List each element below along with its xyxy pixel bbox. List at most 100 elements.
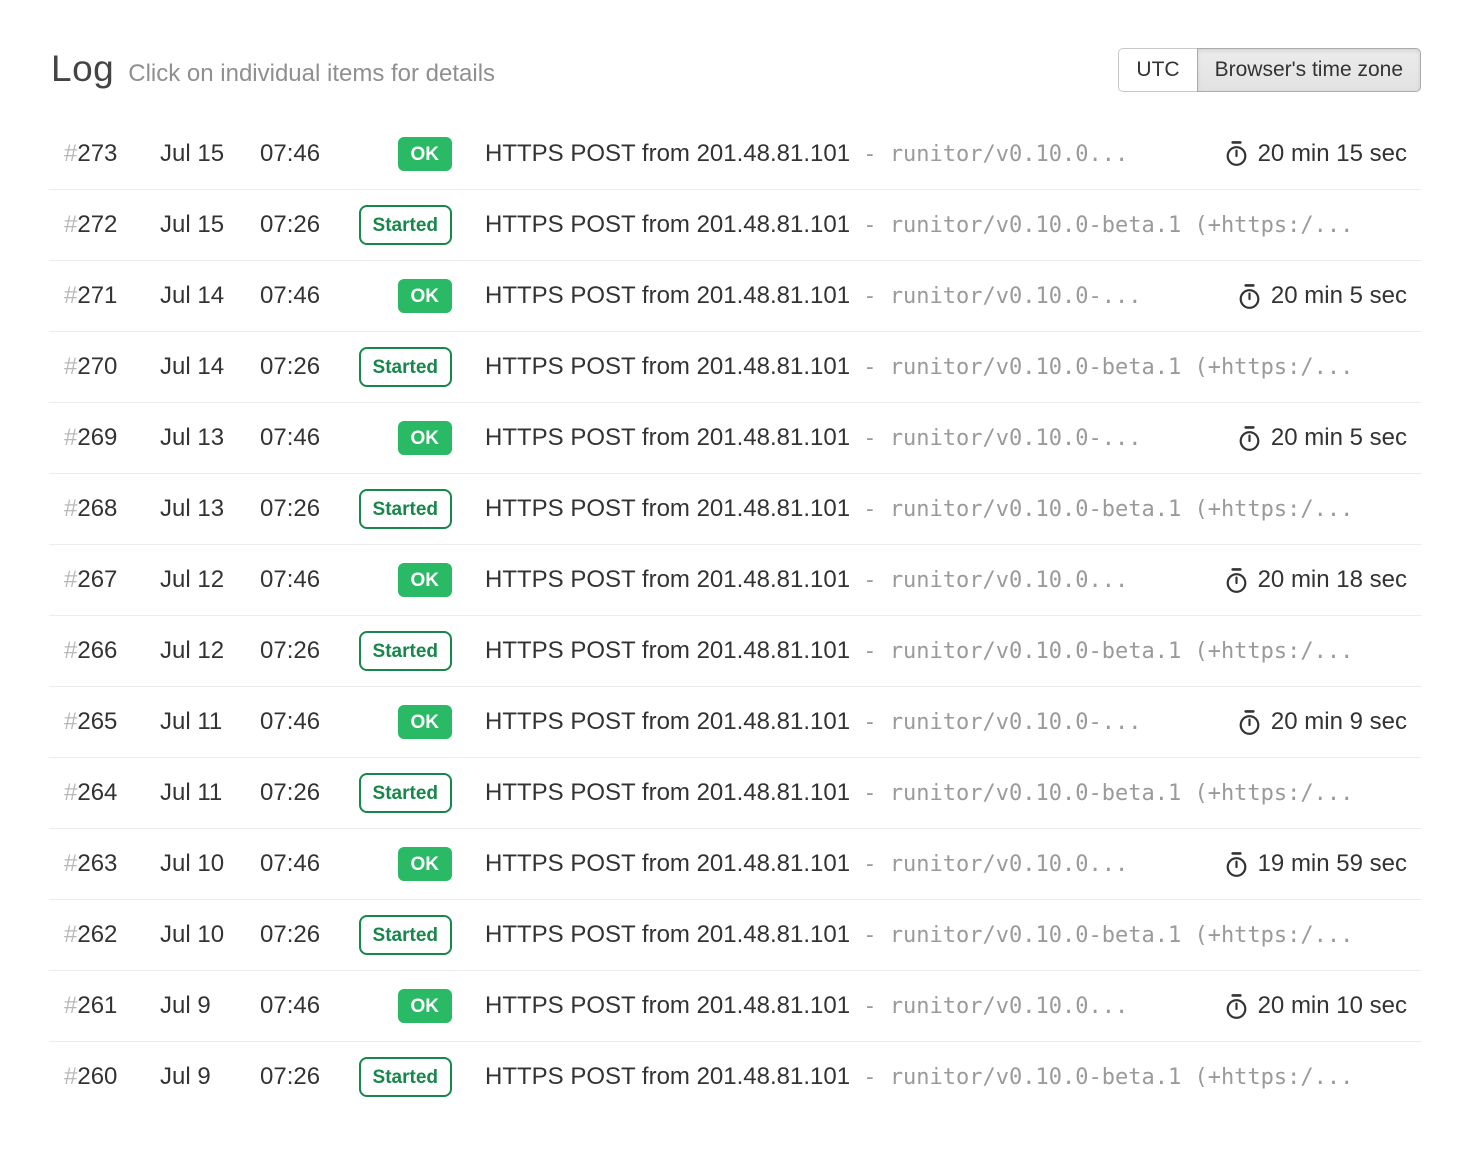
ping-event-text: HTTPS POST from 201.48.81.101 (485, 992, 850, 1020)
log-row[interactable]: #268 Jul 13 07:26 Started HTTPS POST fro… (49, 473, 1421, 544)
ping-description: HTTPS POST from 201.48.81.101 - runitor/… (485, 637, 1407, 665)
log-row[interactable]: #263 Jul 10 07:46 OK HTTPS POST from 201… (49, 828, 1421, 899)
ping-number-hash: # (64, 779, 77, 806)
ping-event-text: HTTPS POST from 201.48.81.101 (485, 779, 850, 807)
status-badge-cell: OK (358, 137, 452, 171)
ping-event-text: HTTPS POST from 201.48.81.101 (485, 282, 850, 310)
ping-time: 07:46 (260, 992, 358, 1020)
ping-number: #269 (64, 424, 160, 452)
ping-time: 07:46 (260, 850, 358, 878)
duration-text: 20 min 18 sec (1258, 566, 1407, 594)
ping-description: HTTPS POST from 201.48.81.101 - runitor/… (485, 779, 1407, 807)
ping-number-value: 269 (77, 424, 117, 451)
log-row[interactable]: #264 Jul 11 07:26 Started HTTPS POST fro… (49, 757, 1421, 828)
log-row[interactable]: #270 Jul 14 07:26 Started HTTPS POST fro… (49, 331, 1421, 402)
ping-date: Jul 10 (160, 850, 260, 878)
status-badge: Started (359, 773, 452, 813)
ping-date: Jul 12 (160, 637, 260, 665)
ping-user-agent: runitor/v0.10.0-beta.1 (+https:/... (890, 497, 1354, 522)
ping-time: 07:26 (260, 495, 358, 523)
ping-duration: 20 min 18 sec (1224, 566, 1407, 594)
ping-number-hash: # (64, 708, 77, 735)
status-badge-cell: Started (358, 205, 452, 245)
duration-text: 20 min 5 sec (1271, 424, 1407, 452)
ping-user-agent: runitor/v0.10.0-beta.1 (+https:/... (890, 781, 1354, 806)
stopwatch-icon (1224, 851, 1249, 878)
ping-number-value: 261 (77, 992, 117, 1019)
ping-date: Jul 14 (160, 353, 260, 381)
ping-number: #272 (64, 211, 160, 239)
duration-text: 20 min 9 sec (1271, 708, 1407, 736)
log-row[interactable]: #261 Jul 9 07:46 OK HTTPS POST from 201.… (49, 970, 1421, 1041)
ping-time: 07:46 (260, 708, 358, 736)
log-row[interactable]: #272 Jul 15 07:26 Started HTTPS POST fro… (49, 189, 1421, 260)
ping-time: 07:26 (260, 921, 358, 949)
ping-user-agent: runitor/v0.10.0... (890, 568, 1128, 593)
ping-number: #262 (64, 921, 160, 949)
ping-number-hash: # (64, 1063, 77, 1090)
ping-number: #270 (64, 353, 160, 381)
ping-date: Jul 11 (160, 708, 260, 736)
ping-number-value: 265 (77, 708, 117, 735)
status-badge: Started (359, 631, 452, 671)
ping-number-hash: # (64, 637, 77, 664)
status-badge-cell: OK (358, 705, 452, 739)
status-badge-cell: Started (358, 1057, 452, 1097)
ping-date: Jul 12 (160, 566, 260, 594)
browsers-time-zone-button[interactable]: Browser's time zone (1197, 48, 1421, 92)
utc-button[interactable]: UTC (1118, 48, 1197, 92)
ping-time: 07:26 (260, 211, 358, 239)
ping-event-text: HTTPS POST from 201.48.81.101 (485, 637, 850, 665)
log-row[interactable]: #267 Jul 12 07:46 OK HTTPS POST from 201… (49, 544, 1421, 615)
status-badge: Started (359, 489, 452, 529)
ping-duration: 19 min 59 sec (1224, 850, 1407, 878)
ping-number: #266 (64, 637, 160, 665)
status-badge-cell: OK (358, 563, 452, 597)
log-row[interactable]: #260 Jul 9 07:26 Started HTTPS POST from… (49, 1041, 1421, 1112)
ping-description: HTTPS POST from 201.48.81.101 - runitor/… (485, 353, 1407, 381)
ping-separator: - (850, 923, 890, 948)
log-row[interactable]: #262 Jul 10 07:26 Started HTTPS POST fro… (49, 899, 1421, 970)
ping-event-text: HTTPS POST from 201.48.81.101 (485, 211, 850, 239)
ping-description: HTTPS POST from 201.48.81.101 - runitor/… (485, 140, 1204, 168)
ping-time: 07:46 (260, 424, 358, 452)
ping-time: 07:46 (260, 566, 358, 594)
duration-text: 20 min 10 sec (1258, 992, 1407, 1020)
ping-description: HTTPS POST from 201.48.81.101 - runitor/… (485, 921, 1407, 949)
ping-number-hash: # (64, 353, 77, 380)
ping-user-agent: runitor/v0.10.0-... (890, 284, 1142, 309)
log-row[interactable]: #266 Jul 12 07:26 Started HTTPS POST fro… (49, 615, 1421, 686)
ping-duration: 20 min 10 sec (1224, 992, 1407, 1020)
status-badge: Started (359, 915, 452, 955)
log-row[interactable]: #273 Jul 15 07:46 OK HTTPS POST from 201… (49, 118, 1421, 189)
ping-number-hash: # (64, 140, 77, 167)
ping-date: Jul 13 (160, 424, 260, 452)
ping-description: HTTPS POST from 201.48.81.101 - runitor/… (485, 1063, 1407, 1091)
ping-separator: - (850, 639, 890, 664)
ping-date: Jul 10 (160, 921, 260, 949)
ping-user-agent: runitor/v0.10.0-beta.1 (+https:/... (890, 923, 1354, 948)
ping-event-text: HTTPS POST from 201.48.81.101 (485, 140, 850, 168)
log-row[interactable]: #265 Jul 11 07:46 OK HTTPS POST from 201… (49, 686, 1421, 757)
status-badge: OK (398, 421, 453, 455)
ping-duration: 20 min 15 sec (1224, 140, 1407, 168)
log-row[interactable]: #269 Jul 13 07:46 OK HTTPS POST from 201… (49, 402, 1421, 473)
log-row[interactable]: #271 Jul 14 07:46 OK HTTPS POST from 201… (49, 260, 1421, 331)
status-badge: Started (359, 347, 452, 387)
ping-time: 07:26 (260, 353, 358, 381)
stopwatch-icon (1224, 140, 1249, 167)
stopwatch-icon (1237, 709, 1262, 736)
status-badge-cell: OK (358, 989, 452, 1023)
ping-number-hash: # (64, 566, 77, 593)
ping-duration: 20 min 5 sec (1237, 282, 1407, 310)
ping-number-value: 263 (77, 850, 117, 877)
ping-number-value: 260 (77, 1063, 117, 1090)
status-badge: Started (359, 1057, 452, 1097)
ping-number-value: 264 (77, 779, 117, 806)
ping-date: Jul 15 (160, 140, 260, 168)
ping-number-hash: # (64, 211, 77, 238)
ping-user-agent: runitor/v0.10.0... (890, 852, 1128, 877)
status-badge: OK (398, 847, 453, 881)
ping-description: HTTPS POST from 201.48.81.101 - runitor/… (485, 495, 1407, 523)
ping-number: #264 (64, 779, 160, 807)
